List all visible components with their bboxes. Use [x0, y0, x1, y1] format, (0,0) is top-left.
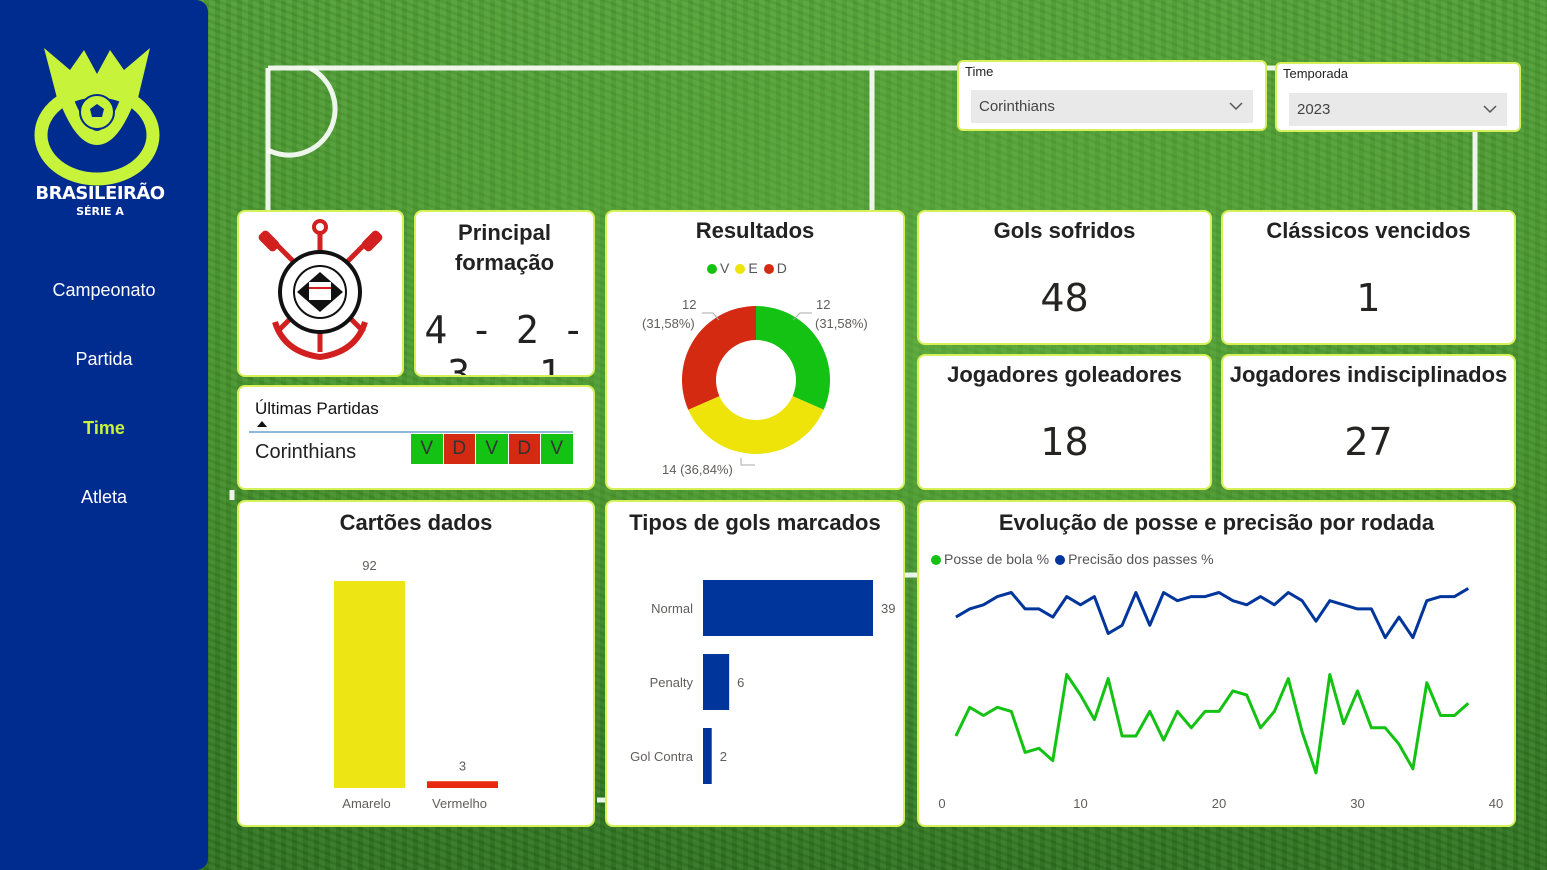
cards-bar-chart: 92 Amarelo 3 Vermelho	[334, 558, 498, 811]
formation-card: Principal formação 4 - 2 - 3 - 1	[414, 210, 595, 377]
cards-card: Cartões dados 92 Amarelo 3 Vermelho	[237, 500, 595, 827]
classics-won-value: 1	[1356, 276, 1381, 320]
undisciplined-value: 27	[1344, 420, 1393, 464]
bar-vermelho[interactable]	[427, 781, 498, 788]
corinthians-crest-icon	[258, 219, 383, 361]
scorers-title: Jogadores goleadores	[947, 362, 1182, 387]
match-result-4: D	[508, 434, 541, 464]
nav-menu: Campeonato Partida Time Atleta	[0, 270, 208, 546]
team-crest-card	[237, 210, 404, 377]
nav-item-campeonato[interactable]: Campeonato	[0, 270, 208, 339]
nav-item-time[interactable]: Time	[0, 408, 208, 477]
bar-normal[interactable]	[703, 580, 873, 636]
line-series-precisao[interactable]	[955, 587, 1470, 640]
x-tick-10: 10	[1073, 796, 1087, 811]
sidebar: BRASILEIRÃO SÉRIE A Campeonato Partida T…	[0, 0, 208, 870]
team-dropdown-value: Corinthians	[979, 98, 1055, 115]
scorers-value: 18	[1040, 420, 1089, 464]
classics-won-title: Clássicos vencidos	[1266, 218, 1471, 243]
undisciplined-title: Jogadores indisciplinados	[1229, 362, 1508, 387]
x-tick-20: 20	[1212, 796, 1226, 811]
formation-title-line1: Principal	[458, 220, 551, 245]
line-series-posse[interactable]	[954, 673, 1470, 775]
bar-value-penalty: 6	[737, 675, 744, 690]
scorers-card: Jogadores goleadores 18	[917, 354, 1212, 490]
bar-value-normal: 39	[881, 601, 895, 616]
last-matches-team: Corinthians	[255, 441, 357, 463]
x-tick-30: 30	[1350, 796, 1364, 811]
bar-category-amarelo: Amarelo	[342, 796, 390, 811]
chevron-down-icon	[1483, 105, 1497, 114]
nav-item-atleta[interactable]: Atleta	[0, 477, 208, 546]
match-result-5: V	[541, 434, 574, 464]
bar-category-vermelho: Vermelho	[432, 796, 487, 811]
goal-types-card: Tipos de gols marcados 39 Normal 6 Penalty 2…	[605, 500, 905, 827]
team-slicer-label: Time	[965, 64, 994, 79]
donut-leader-e	[740, 458, 755, 466]
season-slicer: Temporada 2023	[1275, 62, 1521, 132]
possession-card: Evolução de posse e precisão por rodada …	[917, 500, 1516, 827]
logo-title: BRASILEIRÃO	[35, 183, 165, 204]
match-result-2: D	[443, 434, 476, 464]
x-tick-40: 40	[1489, 796, 1503, 811]
goal-types-bar-chart: 39 Normal 6 Penalty 2 Gol Contra	[630, 580, 895, 784]
bar-gol-contra[interactable]	[703, 728, 712, 784]
donut-label-e: 14 (36,84%)	[662, 462, 733, 477]
bar-amarelo[interactable]	[334, 581, 405, 788]
donut-label-v: 12 (31,58%)	[815, 297, 868, 331]
nav-item-partida[interactable]: Partida	[0, 339, 208, 408]
match-result-1: V	[411, 434, 444, 464]
possession-line-chart: 0 10 20 30 40	[938, 587, 1503, 811]
bar-value-amarelo: 92	[362, 558, 376, 573]
goals-conceded-card: Gols sofridos 48	[917, 210, 1212, 345]
formation-title-line2: formação	[454, 250, 555, 275]
bar-value-gol-contra: 2	[720, 749, 727, 764]
goals-conceded-title: Gols sofridos	[993, 218, 1136, 243]
donut-slice-e[interactable]	[688, 396, 824, 455]
season-dropdown-value: 2023	[1297, 101, 1331, 118]
season-slicer-label: Temporada	[1283, 66, 1349, 81]
logo-subtitle: SÉRIE A	[76, 205, 124, 218]
last-matches-card: Últimas Partidas Corinthians VDVDV	[237, 385, 595, 490]
logo-text: BRASILEIRÃO SÉRIE A	[0, 183, 200, 218]
undisciplined-card: Jogadores indisciplinados 27	[1221, 354, 1516, 490]
last-matches-title: Últimas Partidas	[255, 399, 379, 418]
chevron-down-icon	[1229, 102, 1243, 111]
bar-category-normal: Normal	[651, 601, 693, 616]
bar-value-vermelho: 3	[459, 758, 466, 773]
goals-conceded-value: 48	[1040, 276, 1089, 320]
results-card: Resultados V E D 12 (31,58%) 12 (31,58%) 14 …	[605, 210, 905, 490]
results-donut-chart: 12 (31,58%) 12 (31,58%) 14 (36,84%)	[642, 297, 868, 477]
formation-value: 4 - 2 - 3 - 1	[424, 308, 585, 377]
team-slicer: Time Corinthians	[957, 60, 1267, 131]
classics-won-card: Clássicos vencidos 1	[1221, 210, 1516, 345]
donut-label-d: 12 (31,58%)	[642, 297, 696, 331]
header-divider	[249, 431, 573, 433]
bar-category-gol-contra: Gol Contra	[630, 749, 694, 764]
sort-arrow-icon[interactable]	[257, 421, 267, 427]
team-dropdown[interactable]: Corinthians	[971, 90, 1253, 123]
bar-penalty[interactable]	[703, 654, 730, 710]
season-dropdown[interactable]: 2023	[1289, 93, 1507, 126]
x-tick-0: 0	[938, 796, 945, 811]
match-result-3: V	[476, 434, 509, 464]
bar-category-penalty: Penalty	[650, 675, 694, 690]
last-matches-results: VDVDV	[411, 434, 574, 464]
formation-title: Principal formação	[416, 218, 593, 278]
